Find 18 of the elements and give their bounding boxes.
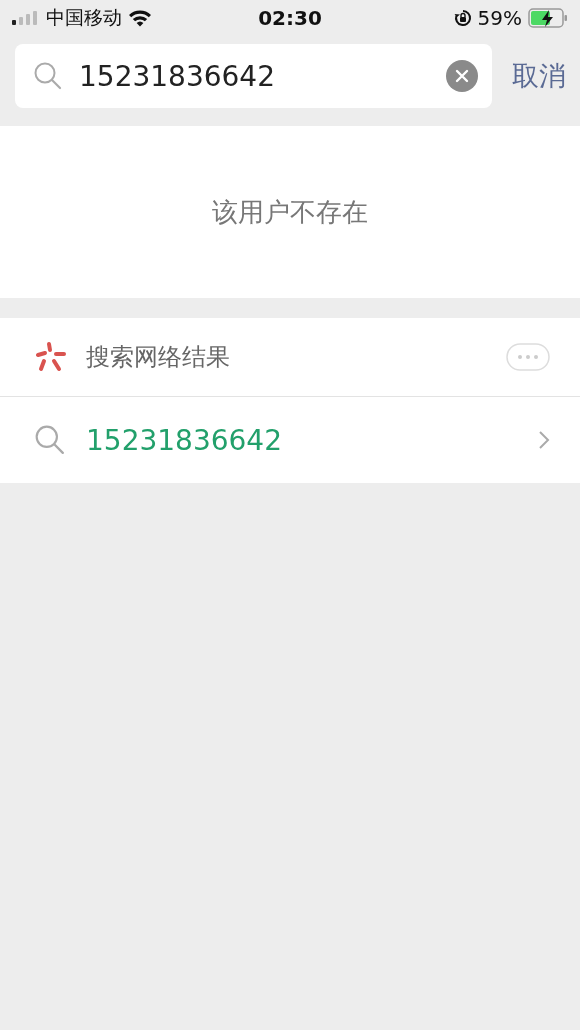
signal-icon (12, 11, 40, 25)
wifi-icon (128, 9, 152, 27)
section-title: 搜索网络结果 (86, 342, 231, 373)
search-query: 15231836642 (86, 423, 283, 457)
battery-charging-icon (528, 8, 568, 28)
search-icon (33, 61, 63, 91)
chevron-icon (538, 430, 550, 450)
carrier-name: 中国移动 (46, 5, 122, 30)
search-field[interactable]: 15231836642 (15, 44, 492, 108)
clock-time: 02:30 (258, 6, 322, 30)
flower-icon (34, 341, 68, 373)
clear-icon[interactable] (446, 60, 478, 92)
battery-percent: 59% (477, 6, 522, 30)
search-icon (34, 424, 66, 456)
search-result-row[interactable]: 15231836642 (0, 397, 580, 483)
empty-result-message: 该用户不存在 (212, 195, 368, 229)
rotation-lock-icon (453, 9, 472, 27)
cancel-button[interactable]: 取消 (512, 58, 566, 94)
